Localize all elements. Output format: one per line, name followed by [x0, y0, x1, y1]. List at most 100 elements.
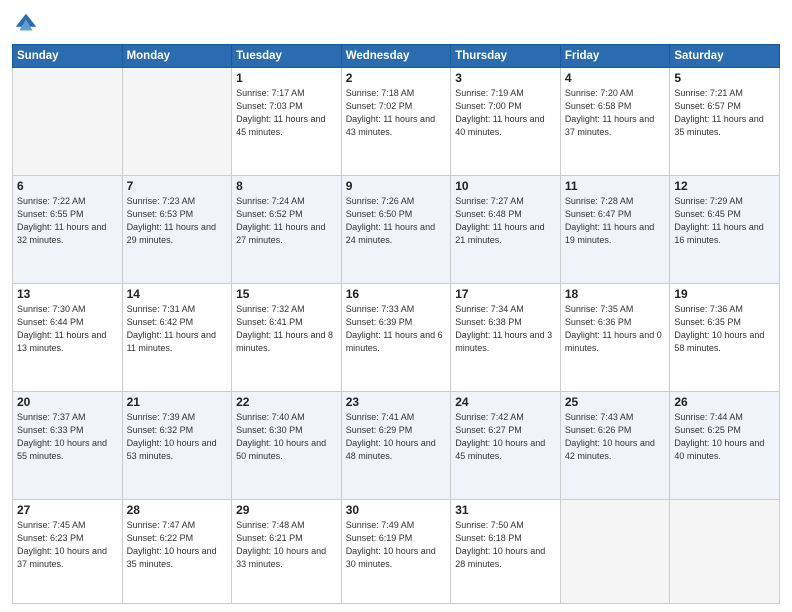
day-info: Sunrise: 7:23 AMSunset: 6:53 PMDaylight:…	[127, 195, 228, 247]
calendar-cell: 14 Sunrise: 7:31 AMSunset: 6:42 PMDayligh…	[122, 283, 232, 391]
week-row-4: 20 Sunrise: 7:37 AMSunset: 6:33 PMDayligh…	[13, 391, 780, 499]
day-info: Sunrise: 7:21 AMSunset: 6:57 PMDaylight:…	[674, 87, 775, 139]
day-number: 29	[236, 503, 337, 517]
weekday-header-row: SundayMondayTuesdayWednesdayThursdayFrid…	[13, 45, 780, 68]
calendar-cell: 17 Sunrise: 7:34 AMSunset: 6:38 PMDayligh…	[451, 283, 561, 391]
calendar-cell: 24 Sunrise: 7:42 AMSunset: 6:27 PMDayligh…	[451, 391, 561, 499]
day-info: Sunrise: 7:45 AMSunset: 6:23 PMDaylight:…	[17, 519, 118, 571]
weekday-thursday: Thursday	[451, 45, 561, 68]
day-number: 21	[127, 395, 228, 409]
calendar-cell: 7 Sunrise: 7:23 AMSunset: 6:53 PMDaylight…	[122, 175, 232, 283]
day-number: 22	[236, 395, 337, 409]
page: SundayMondayTuesdayWednesdayThursdayFrid…	[0, 0, 792, 612]
logo	[12, 10, 44, 38]
day-info: Sunrise: 7:20 AMSunset: 6:58 PMDaylight:…	[565, 87, 666, 139]
calendar-table: SundayMondayTuesdayWednesdayThursdayFrid…	[12, 44, 780, 604]
day-number: 14	[127, 287, 228, 301]
calendar-cell: 26 Sunrise: 7:44 AMSunset: 6:25 PMDayligh…	[670, 391, 780, 499]
calendar-cell: 25Sunrise: 7:43 AMSunset: 6:26 PMDayligh…	[560, 391, 670, 499]
calendar-cell: 13Sunrise: 7:30 AMSunset: 6:44 PMDayligh…	[13, 283, 123, 391]
weekday-wednesday: Wednesday	[341, 45, 451, 68]
day-number: 11	[565, 179, 666, 193]
day-number: 16	[346, 287, 447, 301]
day-number: 2	[346, 71, 447, 85]
day-number: 28	[127, 503, 228, 517]
day-info: Sunrise: 7:50 AMSunset: 6:18 PMDaylight:…	[455, 519, 556, 571]
weekday-tuesday: Tuesday	[232, 45, 342, 68]
day-number: 26	[674, 395, 775, 409]
calendar-cell: 5 Sunrise: 7:21 AMSunset: 6:57 PMDaylight…	[670, 68, 780, 176]
day-number: 24	[455, 395, 556, 409]
week-row-1: 1Sunrise: 7:17 AMSunset: 7:03 PMDaylight…	[13, 68, 780, 176]
calendar-cell: 30Sunrise: 7:49 AMSunset: 6:19 PMDayligh…	[341, 499, 451, 603]
day-number: 6	[17, 179, 118, 193]
day-info: Sunrise: 7:32 AMSunset: 6:41 PMDaylight:…	[236, 303, 337, 355]
calendar-cell: 4 Sunrise: 7:20 AMSunset: 6:58 PMDaylight…	[560, 68, 670, 176]
day-info: Sunrise: 7:40 AMSunset: 6:30 PMDaylight:…	[236, 411, 337, 463]
day-number: 8	[236, 179, 337, 193]
day-info: Sunrise: 7:18 AMSunset: 7:02 PMDaylight:…	[346, 87, 447, 139]
weekday-sunday: Sunday	[13, 45, 123, 68]
day-info: Sunrise: 7:48 AMSunset: 6:21 PMDaylight:…	[236, 519, 337, 571]
day-info: Sunrise: 7:37 AMSunset: 6:33 PMDaylight:…	[17, 411, 118, 463]
day-number: 12	[674, 179, 775, 193]
day-info: Sunrise: 7:24 AMSunset: 6:52 PMDaylight:…	[236, 195, 337, 247]
day-number: 9	[346, 179, 447, 193]
day-info: Sunrise: 7:33 AMSunset: 6:39 PMDaylight:…	[346, 303, 447, 355]
week-row-2: 6Sunrise: 7:22 AMSunset: 6:55 PMDaylight…	[13, 175, 780, 283]
day-info: Sunrise: 7:36 AMSunset: 6:35 PMDaylight:…	[674, 303, 775, 355]
calendar-cell: 3Sunrise: 7:19 AMSunset: 7:00 PMDaylight…	[451, 68, 561, 176]
day-number: 18	[565, 287, 666, 301]
calendar-cell: 12 Sunrise: 7:29 AMSunset: 6:45 PMDayligh…	[670, 175, 780, 283]
calendar-cell: 31 Sunrise: 7:50 AMSunset: 6:18 PMDayligh…	[451, 499, 561, 603]
calendar-cell: 1Sunrise: 7:17 AMSunset: 7:03 PMDaylight…	[232, 68, 342, 176]
day-number: 27	[17, 503, 118, 517]
day-number: 31	[455, 503, 556, 517]
weekday-saturday: Saturday	[670, 45, 780, 68]
day-info: Sunrise: 7:27 AMSunset: 6:48 PMDaylight:…	[455, 195, 556, 247]
calendar-cell	[13, 68, 123, 176]
day-info: Sunrise: 7:44 AMSunset: 6:25 PMDaylight:…	[674, 411, 775, 463]
day-number: 17	[455, 287, 556, 301]
day-number: 19	[674, 287, 775, 301]
day-info: Sunrise: 7:19 AMSunset: 7:00 PMDaylight:…	[455, 87, 556, 139]
calendar-cell: 8 Sunrise: 7:24 AMSunset: 6:52 PMDaylight…	[232, 175, 342, 283]
day-info: Sunrise: 7:31 AMSunset: 6:42 PMDaylight:…	[127, 303, 228, 355]
calendar-cell: 18 Sunrise: 7:35 AMSunset: 6:36 PMDayligh…	[560, 283, 670, 391]
calendar-cell: 19 Sunrise: 7:36 AMSunset: 6:35 PMDayligh…	[670, 283, 780, 391]
day-number: 5	[674, 71, 775, 85]
calendar-cell	[670, 499, 780, 603]
day-info: Sunrise: 7:42 AMSunset: 6:27 PMDaylight:…	[455, 411, 556, 463]
calendar-cell: 2 Sunrise: 7:18 AMSunset: 7:02 PMDaylight…	[341, 68, 451, 176]
logo-icon	[12, 10, 40, 38]
day-number: 15	[236, 287, 337, 301]
day-number: 4	[565, 71, 666, 85]
weekday-friday: Friday	[560, 45, 670, 68]
day-number: 10	[455, 179, 556, 193]
weekday-monday: Monday	[122, 45, 232, 68]
day-number: 20	[17, 395, 118, 409]
calendar-cell: 15 Sunrise: 7:32 AMSunset: 6:41 PMDayligh…	[232, 283, 342, 391]
header	[12, 10, 780, 38]
calendar-cell	[560, 499, 670, 603]
calendar-cell: 11Sunrise: 7:28 AMSunset: 6:47 PMDayligh…	[560, 175, 670, 283]
day-info: Sunrise: 7:43 AMSunset: 6:26 PMDaylight:…	[565, 411, 666, 463]
day-number: 7	[127, 179, 228, 193]
day-info: Sunrise: 7:34 AMSunset: 6:38 PMDaylight:…	[455, 303, 556, 355]
day-info: Sunrise: 7:41 AMSunset: 6:29 PMDaylight:…	[346, 411, 447, 463]
calendar-cell: 23 Sunrise: 7:41 AMSunset: 6:29 PMDayligh…	[341, 391, 451, 499]
day-info: Sunrise: 7:47 AMSunset: 6:22 PMDaylight:…	[127, 519, 228, 571]
calendar-cell: 22 Sunrise: 7:40 AMSunset: 6:30 PMDayligh…	[232, 391, 342, 499]
week-row-5: 27 Sunrise: 7:45 AMSunset: 6:23 PMDayligh…	[13, 499, 780, 603]
day-info: Sunrise: 7:29 AMSunset: 6:45 PMDaylight:…	[674, 195, 775, 247]
calendar-cell: 27 Sunrise: 7:45 AMSunset: 6:23 PMDayligh…	[13, 499, 123, 603]
calendar-cell: 29 Sunrise: 7:48 AMSunset: 6:21 PMDayligh…	[232, 499, 342, 603]
calendar-cell: 9Sunrise: 7:26 AMSunset: 6:50 PMDaylight…	[341, 175, 451, 283]
day-number: 23	[346, 395, 447, 409]
day-number: 30	[346, 503, 447, 517]
calendar-cell: 21Sunrise: 7:39 AMSunset: 6:32 PMDayligh…	[122, 391, 232, 499]
day-info: Sunrise: 7:35 AMSunset: 6:36 PMDaylight:…	[565, 303, 666, 355]
day-number: 13	[17, 287, 118, 301]
calendar-cell: 28 Sunrise: 7:47 AMSunset: 6:22 PMDayligh…	[122, 499, 232, 603]
calendar-cell: 6Sunrise: 7:22 AMSunset: 6:55 PMDaylight…	[13, 175, 123, 283]
